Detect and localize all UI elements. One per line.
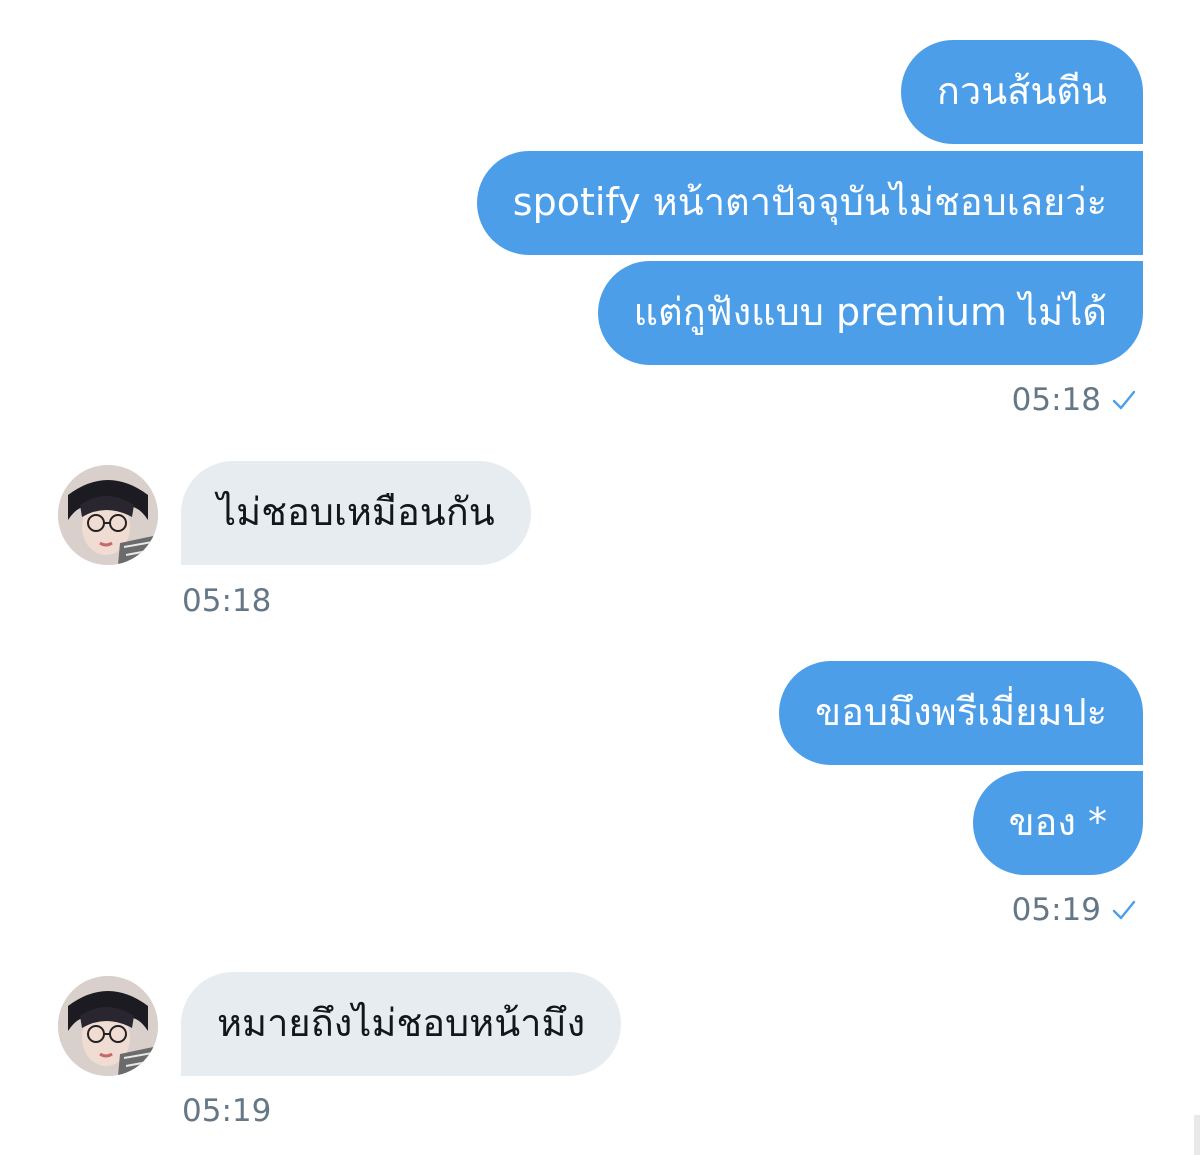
message-bubble-outgoing[interactable]: แต่กูฟังแบบ premium ไม่ได้	[597, 261, 1143, 365]
avatar-image	[58, 465, 158, 565]
check-icon	[1112, 900, 1136, 920]
timestamp-text: 05:19	[1011, 892, 1101, 928]
avatar-image	[58, 976, 158, 1076]
message-timestamp: 05:18	[1012, 380, 1137, 420]
message-bubble-outgoing[interactable]: spotify หน้าตาปัจจุบันไม่ชอบเลยว่ะ	[476, 151, 1143, 255]
message-timestamp: 05:19	[1012, 890, 1137, 930]
message-bubble-incoming[interactable]: หมายถึงไม่ชอบหน้ามึง	[181, 972, 622, 1076]
message-bubble-outgoing[interactable]: ของ *	[972, 771, 1143, 875]
message-bubble-outgoing[interactable]: กวนส้นตีน	[900, 40, 1143, 144]
message-bubble-incoming[interactable]: ไม่ชอบเหมือนกัน	[181, 461, 531, 565]
message-bubble-outgoing[interactable]: ขอบมึงพรีเมี่ยมปะ	[779, 661, 1143, 765]
avatar[interactable]	[58, 976, 158, 1076]
message-timestamp: 05:19	[182, 1093, 272, 1129]
timestamp-text: 05:18	[1011, 382, 1101, 418]
avatar[interactable]	[58, 465, 158, 565]
check-icon	[1112, 390, 1136, 410]
scrollbar[interactable]	[1194, 1115, 1200, 1155]
message-timestamp: 05:18	[182, 583, 272, 619]
